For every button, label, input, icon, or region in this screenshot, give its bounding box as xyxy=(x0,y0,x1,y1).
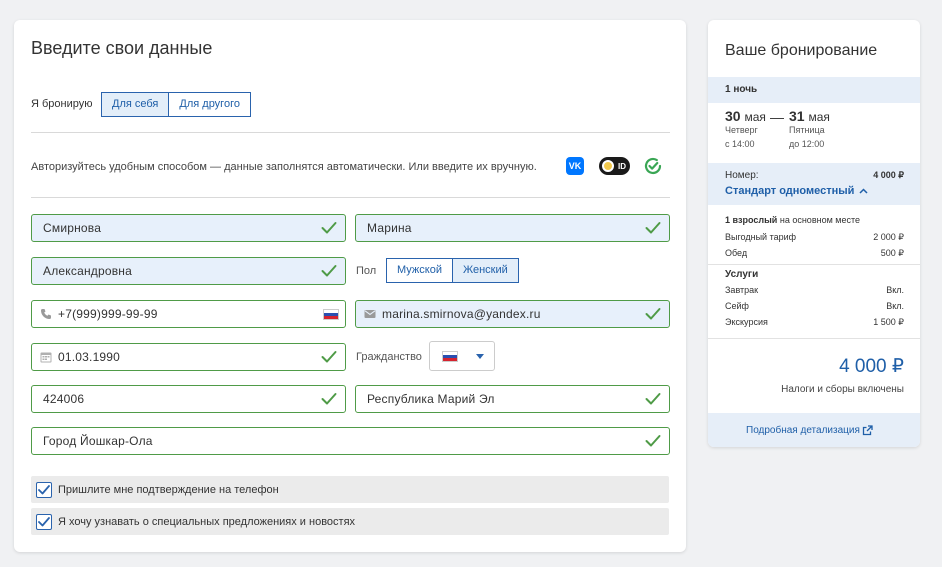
service-value: Вкл. xyxy=(886,301,904,311)
gender-toggle: Мужской Женский xyxy=(386,258,519,283)
middle-name-value: Александровна xyxy=(43,264,132,278)
last-name-value: Смирнова xyxy=(43,221,102,235)
phone-confirm-checkbox[interactable] xyxy=(36,481,52,498)
guests-text: 1 взрослый на основном месте xyxy=(725,215,860,225)
lunch-label: Обед xyxy=(725,248,748,258)
checkin-time: с 14:00 xyxy=(725,139,755,149)
tariff-label: Выгодный тариф xyxy=(725,232,797,242)
booking-for-other-option[interactable]: Для другого xyxy=(169,92,251,117)
room-name-toggle[interactable]: Стандарт одноместный xyxy=(725,185,868,197)
check-icon xyxy=(38,484,50,494)
checkin-date: 30 мая xyxy=(725,108,766,124)
phone-confirm-label: Пришлите мне подтверждение на телефон xyxy=(58,483,279,496)
check-icon xyxy=(321,265,337,277)
region-field[interactable]: Республика Марий Эл xyxy=(355,385,670,413)
check-icon xyxy=(645,308,661,320)
phone-icon xyxy=(41,309,51,319)
service-value: 1 500 ₽ xyxy=(873,317,904,327)
city-value: Город Йошкар-Ола xyxy=(43,434,153,448)
phone-value: +7(999)999-99-99 xyxy=(58,307,158,321)
middle-name-field[interactable]: Александровна xyxy=(31,257,346,285)
phone-field[interactable]: +7(999)999-99-99 xyxy=(31,300,346,328)
postal-code-field[interactable]: 424006 xyxy=(31,385,346,413)
checkin-weekday: Четверг xyxy=(725,125,758,135)
offers-checkbox[interactable] xyxy=(36,513,52,530)
date-separator: — xyxy=(770,109,784,125)
mail-icon xyxy=(364,310,376,318)
taxes-note: Налоги и сборы включены xyxy=(781,384,904,395)
id-icon[interactable]: ID xyxy=(599,157,630,175)
gender-male-option[interactable]: Мужской xyxy=(386,258,453,283)
check-icon xyxy=(321,351,337,363)
chevron-down-icon xyxy=(476,354,484,359)
checkout-weekday: Пятница xyxy=(789,125,825,135)
region-value: Республика Марий Эл xyxy=(367,392,495,406)
check-icon xyxy=(321,393,337,405)
offers-row[interactable]: Я хочу узнавать о специальных предложени… xyxy=(31,508,669,535)
check-icon xyxy=(645,393,661,405)
check-icon xyxy=(645,435,661,447)
room-label: Номер: xyxy=(725,170,759,181)
calendar-icon xyxy=(40,352,52,363)
external-link-icon xyxy=(862,425,873,436)
booking-for-toggle: Для себя Для другого xyxy=(101,92,251,117)
booking-title: Ваше бронирование xyxy=(725,42,878,59)
booking-for-label: Я бронирую xyxy=(31,98,93,110)
divider xyxy=(31,132,670,133)
service-label: Завтрак xyxy=(725,285,759,295)
form-title: Введите свои данные xyxy=(31,38,213,58)
postal-code-value: 424006 xyxy=(43,392,85,406)
details-link[interactable]: Подробная детализация xyxy=(746,425,873,436)
vk-icon[interactable]: VK xyxy=(566,157,584,175)
auth-hint-text: Авторизуйтесь удобным способом — данные … xyxy=(31,161,537,173)
gender-female-option[interactable]: Женский xyxy=(452,258,519,283)
gender-label: Пол xyxy=(356,265,377,277)
email-field[interactable]: marina.smirnova@yandex.ru xyxy=(355,300,670,328)
flag-ru-icon[interactable] xyxy=(323,309,339,320)
divider xyxy=(708,264,920,265)
gosuslugi-icon[interactable] xyxy=(644,157,662,175)
check-icon xyxy=(645,222,661,234)
check-icon xyxy=(38,516,50,526)
email-value: marina.smirnova@yandex.ru xyxy=(382,307,541,321)
service-label: Экскурсия xyxy=(725,317,768,327)
phone-confirm-row[interactable]: Пришлите мне подтверждение на телефон xyxy=(31,476,669,503)
service-label: Сейф xyxy=(725,301,749,311)
chevron-up-icon xyxy=(859,188,868,194)
last-name-field[interactable]: Смирнова xyxy=(31,214,346,242)
city-field[interactable]: Город Йошкар-Ола xyxy=(31,427,670,455)
nights-count: 1 ночь xyxy=(725,84,758,95)
booking-for-self-option[interactable]: Для себя xyxy=(101,92,170,117)
first-name-field[interactable]: Марина xyxy=(355,214,670,242)
lunch-price: 500 ₽ xyxy=(880,248,904,258)
citizenship-label: Гражданство xyxy=(356,351,422,363)
auth-providers: VK ID xyxy=(566,157,662,175)
offers-label: Я хочу узнавать о специальных предложени… xyxy=(58,515,356,528)
check-icon xyxy=(321,222,337,234)
checkout-time: до 12:00 xyxy=(789,139,825,149)
checkout-date: 31 мая xyxy=(789,108,830,124)
service-value: Вкл. xyxy=(886,285,904,295)
birth-date-value: 01.03.1990 xyxy=(58,350,121,364)
room-price: 4 000 ₽ xyxy=(873,170,904,180)
services-title: Услуги xyxy=(725,269,759,280)
flag-ru-icon xyxy=(442,351,458,362)
tariff-price: 2 000 ₽ xyxy=(873,232,904,242)
first-name-value: Марина xyxy=(367,221,412,235)
birth-date-field[interactable]: 01.03.1990 xyxy=(31,343,346,371)
citizenship-select[interactable] xyxy=(429,341,495,371)
personal-data-form: Введите свои данные Я бронирую Для себя … xyxy=(14,20,686,552)
divider xyxy=(31,197,670,198)
divider xyxy=(708,338,920,339)
total-price: 4 000 ₽ xyxy=(839,356,904,377)
booking-summary: Ваше бронирование 1 ночь 30 мая — 31 мая… xyxy=(708,20,920,447)
